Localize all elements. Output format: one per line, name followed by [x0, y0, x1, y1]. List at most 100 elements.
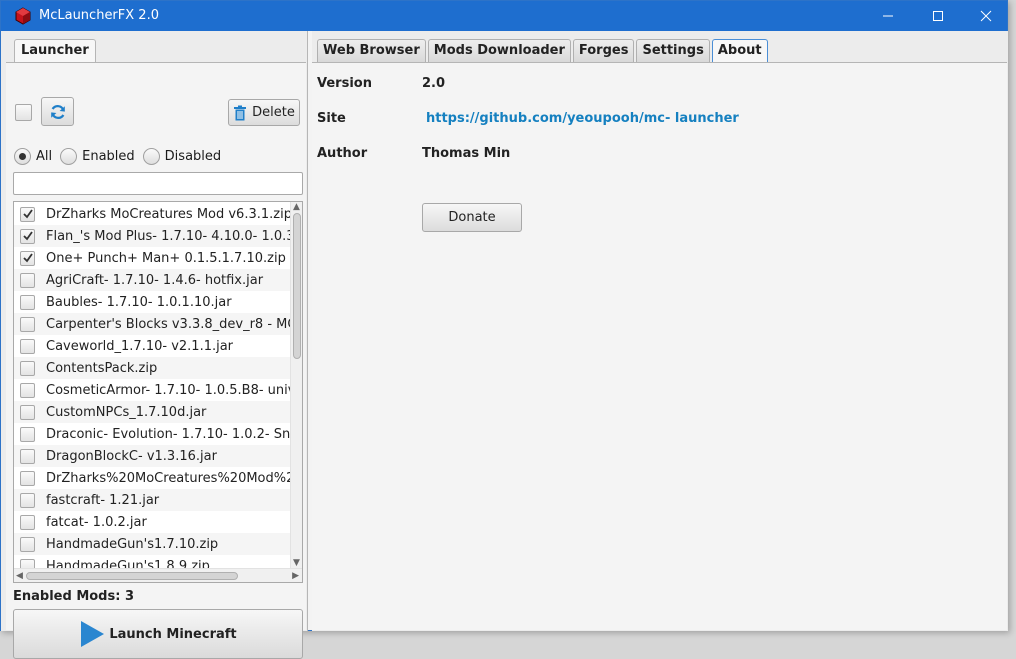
- tab-about[interactable]: About: [711, 39, 768, 64]
- radio-disabled[interactable]: [142, 148, 160, 165]
- mod-checkbox[interactable]: [20, 206, 35, 222]
- mod-name: Caveworld_1.7.10- v2.1.1.jar: [46, 338, 234, 354]
- launch-minecraft-button[interactable]: Launch Minecraft: [13, 609, 303, 659]
- launch-label: Launch Minecraft: [109, 626, 237, 642]
- mod-list-item[interactable]: CustomNPCs_1.7.10d.jar: [14, 401, 290, 423]
- maximize-button[interactable]: [915, 1, 961, 31]
- delete-label: Delete: [252, 105, 295, 120]
- author-label: Author: [317, 146, 368, 161]
- title-bar[interactable]: McLauncherFX 2.0: [1, 1, 1007, 31]
- mod-list-item[interactable]: fatcat- 1.0.2.jar: [14, 511, 290, 533]
- vertical-scrollbar[interactable]: ▲ ▼: [290, 202, 302, 568]
- mod-checkbox[interactable]: [20, 536, 35, 552]
- radio-enabled-label[interactable]: Enabled: [82, 149, 135, 164]
- close-button[interactable]: [963, 1, 1009, 31]
- radio-enabled[interactable]: [60, 148, 78, 165]
- launcher-content: Delete All Enabled Disabled DrZharks MoC…: [6, 62, 306, 659]
- mod-name: HandmadeGun's1.7.10.zip: [46, 536, 219, 552]
- checkmark-icon: [23, 230, 33, 240]
- mod-list-item[interactable]: One+ Punch+ Man+ 0.1.5.1.7.10.zip: [14, 247, 290, 269]
- mod-list-item[interactable]: Draconic- Evolution- 1.7.10- 1.0.2- Snap…: [14, 423, 290, 445]
- mod-name: DragonBlockC- v1.3.16.jar: [46, 448, 217, 464]
- trash-icon: [234, 105, 247, 120]
- mod-name: DrZharks%20MoCreatures%20Mod%20v6.3: [46, 470, 290, 486]
- tab-settings[interactable]: Settings: [636, 39, 710, 63]
- mod-checkbox[interactable]: [20, 250, 35, 266]
- mod-name: fatcat- 1.0.2.jar: [46, 514, 147, 530]
- horizontal-scrollbar[interactable]: ◀ ▶: [14, 568, 302, 582]
- scroll-left-icon[interactable]: ◀: [16, 571, 23, 581]
- mod-checkbox[interactable]: [20, 294, 35, 310]
- about-content: Version 2.0 Site https://github.com/yeou…: [312, 62, 1007, 630]
- minimize-icon: [883, 15, 893, 17]
- mod-list-item[interactable]: fastcraft- 1.21.jar: [14, 489, 290, 511]
- donate-button[interactable]: Donate: [422, 203, 522, 232]
- site-link[interactable]: https://github.com/yeoupooh/mc- launcher: [426, 111, 739, 126]
- horizontal-scroll-thumb[interactable]: [26, 572, 238, 580]
- mod-list-item[interactable]: Carpenter's Blocks v3.3.8_dev_r8 - MC 1.…: [14, 313, 290, 335]
- radio-all-label[interactable]: All: [36, 149, 52, 164]
- mod-checkbox[interactable]: [20, 404, 35, 420]
- launcher-panel: Launcher Delete All Enabled Disabled DrZ…: [1, 31, 308, 659]
- site-label: Site: [317, 111, 346, 126]
- delete-button[interactable]: Delete: [228, 99, 300, 126]
- mod-name: CustomNPCs_1.7.10d.jar: [46, 404, 207, 420]
- mod-name: CosmeticArmor- 1.7.10- 1.0.5.B8- univers…: [46, 382, 290, 398]
- mod-checkbox[interactable]: [20, 316, 35, 332]
- select-all-checkbox[interactable]: [15, 104, 32, 121]
- checkmark-icon: [23, 252, 33, 262]
- mod-list-item[interactable]: DrZharks MoCreatures Mod v6.3.1.zip: [14, 203, 290, 225]
- mod-list-item[interactable]: CosmeticArmor- 1.7.10- 1.0.5.B8- univers…: [14, 379, 290, 401]
- mod-list-item[interactable]: Flan_'s Mod Plus- 1.7.10- 4.10.0- 1.0.3.…: [14, 225, 290, 247]
- mod-list-item[interactable]: Baubles- 1.7.10- 1.0.1.10.jar: [14, 291, 290, 313]
- mod-list-item[interactable]: AgriCraft- 1.7.10- 1.4.6- hotfix.jar: [14, 269, 290, 291]
- mod-checkbox[interactable]: [20, 272, 35, 288]
- vertical-scroll-thumb[interactable]: [293, 213, 301, 359]
- author-value: Thomas Min: [422, 146, 511, 161]
- mod-name: One+ Punch+ Man+ 0.1.5.1.7.10.zip: [46, 250, 286, 266]
- mod-name: Flan_'s Mod Plus- 1.7.10- 4.10.0- 1.0.3.…: [46, 228, 290, 244]
- mod-checkbox[interactable]: [20, 426, 35, 442]
- mod-checkbox[interactable]: [20, 492, 35, 508]
- mod-list-item[interactable]: HandmadeGun's1.7.10.zip: [14, 533, 290, 555]
- mod-name: ContentsPack.zip: [46, 360, 158, 376]
- mod-name: Carpenter's Blocks v3.3.8_dev_r8 - MC 1.…: [46, 316, 290, 332]
- mod-list-item[interactable]: DrZharks%20MoCreatures%20Mod%20v6.3: [14, 467, 290, 489]
- mod-list-item[interactable]: ContentsPack.zip: [14, 357, 290, 379]
- mod-checkbox[interactable]: [20, 338, 35, 354]
- app-logo-icon: [15, 7, 31, 25]
- mod-checkbox[interactable]: [20, 514, 35, 530]
- mod-list[interactable]: DrZharks MoCreatures Mod v6.3.1.zip Flan…: [13, 201, 303, 583]
- tab-mods-downloader[interactable]: Mods Downloader: [427, 39, 571, 63]
- radio-all[interactable]: [14, 148, 31, 165]
- mod-list-item[interactable]: DragonBlockC- v1.3.16.jar: [14, 445, 290, 467]
- mod-checkbox[interactable]: [20, 360, 35, 376]
- mod-checkbox[interactable]: [20, 228, 35, 244]
- mod-name: Baubles- 1.7.10- 1.0.1.10.jar: [46, 294, 232, 310]
- mod-name: fastcraft- 1.21.jar: [46, 492, 160, 508]
- mod-name: AgriCraft- 1.7.10- 1.4.6- hotfix.jar: [46, 272, 264, 288]
- window-title: McLauncherFX 2.0: [39, 8, 159, 23]
- mod-name: Draconic- Evolution- 1.7.10- 1.0.2- Snap…: [46, 426, 290, 442]
- main-tabs: Web Browser Mods Downloader Forges Setti…: [317, 39, 770, 64]
- refresh-icon: [50, 104, 65, 119]
- mod-checkbox[interactable]: [20, 382, 35, 398]
- minimize-button[interactable]: [865, 1, 911, 31]
- mod-checkbox[interactable]: [20, 448, 35, 464]
- radio-disabled-label[interactable]: Disabled: [165, 149, 221, 164]
- play-icon: [81, 621, 105, 647]
- scroll-up-icon[interactable]: ▲: [293, 202, 300, 212]
- scroll-down-icon[interactable]: ▼: [293, 558, 300, 568]
- main-panel: Web Browser Mods Downloader Forges Setti…: [312, 31, 1008, 631]
- filter-radio-group: All Enabled Disabled: [14, 148, 229, 165]
- enabled-mods-count: Enabled Mods: 3: [13, 589, 134, 604]
- mod-list-item[interactable]: Caveworld_1.7.10- v2.1.1.jar: [14, 335, 290, 357]
- tab-forges[interactable]: Forges: [572, 39, 635, 63]
- mod-filter-input[interactable]: [13, 172, 303, 195]
- refresh-button[interactable]: [41, 97, 74, 126]
- tab-web-browser[interactable]: Web Browser: [317, 39, 426, 63]
- version-label: Version: [317, 76, 372, 91]
- mod-checkbox[interactable]: [20, 470, 35, 486]
- tab-launcher[interactable]: Launcher: [14, 39, 96, 63]
- scroll-right-icon[interactable]: ▶: [292, 571, 299, 581]
